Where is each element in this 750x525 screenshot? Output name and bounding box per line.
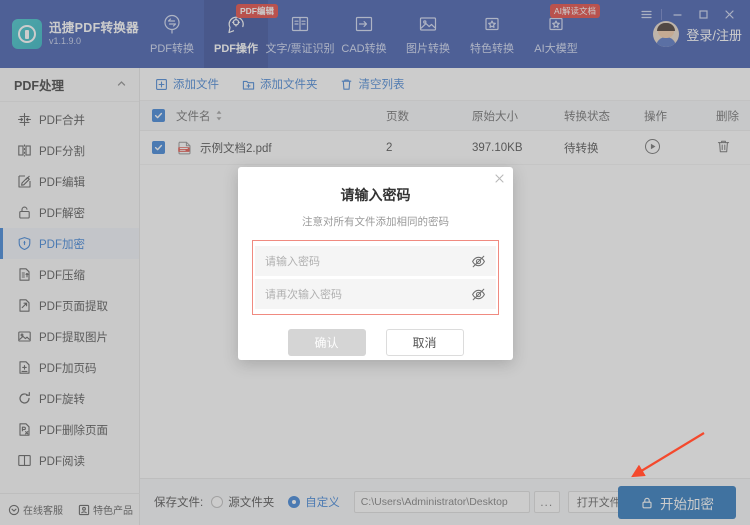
dialog-subtitle: 注意对所有文件添加相同的密码 [238, 214, 513, 229]
password-placeholder: 请输入密码 [265, 253, 471, 269]
eye-off-icon[interactable] [471, 287, 486, 302]
confirm-password-placeholder: 请再次输入密码 [265, 286, 471, 302]
cancel-button[interactable]: 取消 [386, 329, 464, 356]
application-window: 迅捷PDF转换器 v1.1.9.0 PDF转换 PDF编辑 [0, 0, 750, 525]
dialog-buttons: 确认 取消 [238, 329, 513, 356]
close-icon[interactable] [494, 172, 505, 186]
eye-off-icon[interactable] [471, 254, 486, 269]
dialog-title: 请输入密码 [238, 167, 513, 205]
confirm-password-input[interactable]: 请再次输入密码 [255, 279, 496, 309]
password-dialog: 请输入密码 注意对所有文件添加相同的密码 请输入密码 请再次输入密码 [238, 167, 513, 360]
password-input[interactable]: 请输入密码 [255, 246, 496, 276]
confirm-button[interactable]: 确认 [288, 329, 366, 356]
password-fields-highlight: 请输入密码 请再次输入密码 [252, 240, 499, 315]
